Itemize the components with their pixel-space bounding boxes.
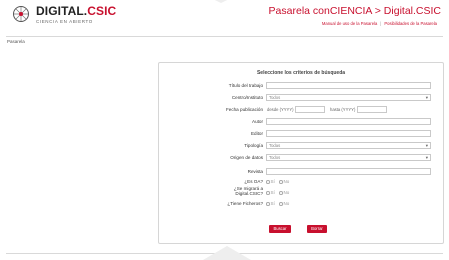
editor-label: Editor [250, 131, 263, 136]
header-links: Manual de uso de la Pasarela | Posibilidad… [322, 21, 437, 26]
migrar-radio-group: Sí No [266, 190, 292, 195]
radio-button[interactable] [266, 191, 270, 195]
ficheros-label: ¿Tiene Ficheros? [227, 201, 263, 206]
revista-input[interactable] [266, 168, 431, 175]
autor-label: Autor [252, 119, 263, 124]
oa-yes-label: Sí [270, 179, 275, 184]
migrar-no-label: No [283, 190, 290, 195]
logo-icon [13, 6, 29, 22]
radio-button[interactable] [279, 191, 283, 195]
centro-label: Centro/Instituto [231, 95, 263, 100]
radio-button[interactable] [279, 202, 283, 206]
header-divider [6, 36, 443, 37]
row-oa: ¿Es OA? Sí No [159, 178, 443, 186]
fecha-hasta-label: hasta (YYYY) [330, 107, 356, 112]
logo-title: DIGITAL.CSIC [36, 4, 117, 18]
migrar-no-option[interactable]: No [279, 190, 289, 195]
migrar-label-line2: Digital.CSIC? [235, 190, 263, 196]
ficheros-no-option[interactable]: No [279, 201, 289, 206]
link-separator: | [380, 21, 382, 26]
tipologia-select[interactable]: Todas ▾ [266, 142, 431, 149]
digital-csic-logo[interactable]: DIGITAL.CSIC CIENCIA EN ABIERTO [11, 3, 141, 29]
row-tipologia: Tipología Todas ▾ [159, 142, 443, 150]
form-title: Seleccione los criterios de búsqueda [256, 70, 346, 76]
tipologia-label: Tipología [244, 143, 263, 148]
row-revista: Revista [159, 168, 443, 176]
logo-tagline: CIENCIA EN ABIERTO [36, 19, 93, 24]
site-title: Pasarela conCIENCIA > Digital.CSIC [268, 5, 441, 17]
ficheros-no-label: No [283, 201, 290, 206]
editor-input[interactable] [266, 130, 431, 137]
oa-no-option[interactable]: No [279, 179, 289, 184]
fecha-label: Fecha publicación [225, 107, 263, 112]
oa-no-label: No [283, 179, 290, 184]
chevron-down-icon: ▾ [425, 95, 428, 100]
titulo-label: Título del trabajo [228, 83, 263, 88]
search-form-panel: Seleccione los criterios de búsqueda Tít… [158, 62, 444, 244]
migrar-yes-label: Sí [270, 190, 275, 195]
breadcrumb[interactable]: Pasarela [7, 39, 25, 44]
origen-select[interactable]: Todos ▾ [266, 154, 431, 161]
row-origen: Origen de datos Todos ▾ [159, 154, 443, 162]
manual-link[interactable]: Manual de uso de la Pasarela [322, 21, 377, 26]
origen-label: Origen de datos [230, 155, 263, 160]
row-ficheros: ¿Tiene Ficheros? Sí No [159, 200, 443, 208]
oa-yes-option[interactable]: Sí [266, 179, 275, 184]
oa-radio-group: Sí No [266, 179, 292, 184]
chevron-down-icon: ▾ [425, 143, 428, 148]
ficheros-yes-option[interactable]: Sí [266, 201, 275, 206]
chevron-down-icon: ▾ [425, 155, 428, 160]
site-header: DIGITAL.CSIC CIENCIA EN ABIERTO Pasarela… [0, 0, 449, 38]
fecha-desde-label: desde (YYYY) [267, 107, 294, 112]
migrar-label: ¿Se migrará a Digital.CSIC? [234, 186, 263, 196]
radio-button[interactable] [279, 180, 283, 184]
origen-select-value: Todos [269, 155, 281, 160]
ficheros-yes-label: Sí [270, 201, 275, 206]
logo-title-accent: CSIC [87, 4, 117, 18]
fecha-desde-input[interactable] [295, 106, 325, 113]
titulo-input[interactable] [266, 82, 431, 89]
footer-chevron-decoration [203, 246, 251, 260]
row-migrar: ¿Se migrará a Digital.CSIC? Sí No [159, 186, 443, 197]
row-editor: Editor [159, 130, 443, 138]
radio-button[interactable] [266, 202, 270, 206]
fecha-hasta-input[interactable] [357, 106, 387, 113]
radio-button[interactable] [266, 180, 270, 184]
ficheros-radio-group: Sí No [266, 201, 292, 206]
row-centro: Centro/Instituto Todos ▾ [159, 94, 443, 102]
search-button[interactable]: Buscar [269, 225, 291, 233]
migrar-yes-option[interactable]: Sí [266, 190, 275, 195]
centro-select-value: Todos [269, 95, 281, 100]
page: DIGITAL.CSIC CIENCIA EN ABIERTO Pasarela… [0, 0, 449, 260]
row-autor: Autor [159, 118, 443, 126]
posibilidades-link[interactable]: Posibilidades de la Pasarela [384, 21, 437, 26]
revista-label: Revista [247, 169, 263, 174]
row-titulo: Título del trabajo [159, 82, 443, 90]
oa-label: ¿Es OA? [244, 179, 263, 184]
autor-input[interactable] [266, 118, 431, 125]
row-fecha: Fecha publicación desde (YYYY) hasta (YY… [159, 106, 443, 114]
clear-button[interactable]: Borrar [307, 225, 327, 233]
tipologia-select-value: Todas [269, 143, 281, 148]
centro-select[interactable]: Todos ▾ [266, 94, 431, 101]
